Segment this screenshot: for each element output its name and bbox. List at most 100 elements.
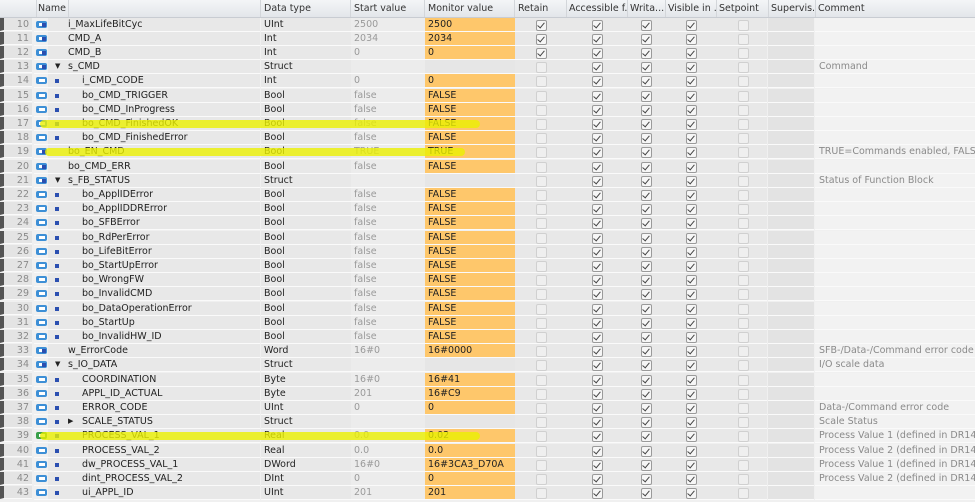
name-cell[interactable]: ▼ s_CMD xyxy=(42,60,260,75)
header-supervision[interactable]: Supervis... xyxy=(768,0,816,17)
table-row[interactable]: 11 CMD_A Int 2034 2034 xyxy=(0,31,975,46)
start-value-cell[interactable]: false xyxy=(351,258,425,274)
supervision-cell[interactable] xyxy=(768,187,814,203)
name-cell[interactable]: bo_CMD_ERR xyxy=(42,159,260,174)
header-setpoint[interactable]: Setpoint xyxy=(716,0,769,17)
monitor-value-cell[interactable]: 2500 xyxy=(425,17,515,32)
vis-checkbox[interactable] xyxy=(686,161,697,173)
wr-checkbox[interactable] xyxy=(641,431,652,443)
wr-checkbox[interactable] xyxy=(641,275,652,287)
start-value-cell[interactable]: false xyxy=(351,287,425,302)
data-type-cell[interactable]: Byte xyxy=(261,386,352,401)
row-drag-handle[interactable] xyxy=(34,415,48,430)
data-type-cell[interactable]: Bool xyxy=(261,301,352,316)
wr-checkbox[interactable] xyxy=(641,104,652,116)
name-cell[interactable]: PROCESS_VAL_1 xyxy=(48,429,260,444)
acc-checkbox[interactable] xyxy=(592,218,603,230)
set-checkbox[interactable] xyxy=(738,118,749,130)
table-row[interactable]: 15 bo_CMD_TRIGGER Bool false FALSE xyxy=(0,88,975,103)
vis-checkbox[interactable] xyxy=(686,445,697,457)
start-value-cell[interactable]: 201 xyxy=(351,386,425,401)
comment-cell[interactable]: Data-/Command error code xyxy=(815,400,975,416)
set-checkbox[interactable] xyxy=(738,175,749,187)
comment-cell[interactable] xyxy=(815,273,975,288)
monitor-value-cell[interactable]: 16#0000 xyxy=(425,344,515,359)
table-row[interactable]: 12 CMD_B Int 0 0 xyxy=(0,45,975,61)
vis-checkbox[interactable] xyxy=(686,232,697,244)
acc-checkbox[interactable] xyxy=(592,360,603,372)
retain-checkbox[interactable] xyxy=(536,133,547,145)
comment-cell[interactable] xyxy=(815,315,975,330)
wr-checkbox[interactable] xyxy=(641,204,652,216)
acc-checkbox[interactable] xyxy=(592,90,603,102)
retain-checkbox[interactable] xyxy=(536,275,547,287)
monitor-value-cell[interactable]: 0 xyxy=(425,74,515,89)
wr-checkbox[interactable] xyxy=(641,459,652,471)
expand-down-icon[interactable]: ▼ xyxy=(55,60,60,73)
monitor-value-cell[interactable]: TRUE xyxy=(425,145,515,160)
name-cell[interactable]: CMD_B xyxy=(42,45,260,61)
vis-checkbox[interactable] xyxy=(686,331,697,343)
table-row[interactable]: 21 ▼ s_FB_STATUS Struct Status of Function B… xyxy=(0,173,975,188)
vis-checkbox[interactable] xyxy=(686,175,697,187)
set-checkbox[interactable] xyxy=(738,133,749,145)
start-value-cell[interactable]: false xyxy=(351,88,425,103)
comment-cell[interactable] xyxy=(815,287,975,302)
data-type-cell[interactable]: DWord xyxy=(261,457,352,472)
vis-checkbox[interactable] xyxy=(686,204,697,216)
monitor-value-cell[interactable]: FALSE xyxy=(425,116,515,132)
table-row[interactable]: 40 PROCESS_VAL_2 Real 0.0 0.0 Process Value 2… xyxy=(0,443,975,458)
acc-checkbox[interactable] xyxy=(592,445,603,457)
supervision-cell[interactable] xyxy=(768,159,814,174)
data-type-cell[interactable]: Bool xyxy=(261,187,352,203)
vis-checkbox[interactable] xyxy=(686,402,697,414)
vis-checkbox[interactable] xyxy=(686,104,697,116)
name-cell[interactable]: bo_InvalidCMD xyxy=(48,287,260,302)
vis-checkbox[interactable] xyxy=(686,488,697,500)
table-row[interactable]: 37 ERROR_CODE UInt 0 0 Data-/Command error co… xyxy=(0,400,975,416)
comment-cell[interactable] xyxy=(815,486,975,501)
set-checkbox[interactable] xyxy=(738,47,749,59)
table-row[interactable]: 22 bo_ApplIDError Bool false FALSE xyxy=(0,187,975,203)
monitor-value-cell[interactable]: 0.02 xyxy=(425,429,515,444)
row-drag-handle[interactable] xyxy=(34,117,48,132)
wr-checkbox[interactable] xyxy=(641,388,652,400)
name-cell[interactable]: bo_WrongFW xyxy=(48,273,260,288)
data-type-cell[interactable]: Int xyxy=(261,45,352,61)
acc-checkbox[interactable] xyxy=(592,374,603,386)
data-type-cell[interactable]: UInt xyxy=(261,486,352,501)
table-row[interactable]: 19 bo_EN_CMD Bool TRUE TRUE TRUE=Commands ena… xyxy=(0,145,975,160)
start-value-cell[interactable]: 0 xyxy=(351,471,425,487)
start-value-cell[interactable]: false xyxy=(351,216,425,231)
name-cell[interactable]: bo_ApplIDError xyxy=(48,187,260,203)
wr-checkbox[interactable] xyxy=(641,19,652,31)
set-checkbox[interactable] xyxy=(738,317,749,329)
monitor-value-cell[interactable] xyxy=(425,415,515,430)
acc-checkbox[interactable] xyxy=(592,147,603,159)
data-type-cell[interactable]: Bool xyxy=(261,202,352,217)
supervision-cell[interactable] xyxy=(768,258,814,274)
row-drag-handle[interactable] xyxy=(34,458,48,472)
data-type-cell[interactable]: DInt xyxy=(261,471,352,487)
row-drag-handle[interactable] xyxy=(34,89,48,103)
start-value-cell[interactable] xyxy=(351,415,425,430)
set-checkbox[interactable] xyxy=(738,360,749,372)
data-type-cell[interactable]: Int xyxy=(261,74,352,89)
monitor-value-cell[interactable]: FALSE xyxy=(425,202,515,217)
retain-checkbox[interactable] xyxy=(536,459,547,471)
start-value-cell[interactable]: false xyxy=(351,273,425,288)
retain-checkbox[interactable] xyxy=(536,289,547,301)
table-row[interactable]: 35 COORDINATION Byte 16#0 16#41 xyxy=(0,372,975,387)
supervision-cell[interactable] xyxy=(768,116,814,132)
comment-cell[interactable] xyxy=(815,216,975,231)
name-cell[interactable]: bo_InvalidHW_ID xyxy=(48,329,260,345)
name-cell[interactable]: ▼ s_FB_STATUS xyxy=(42,173,260,188)
data-type-cell[interactable]: Int xyxy=(261,31,352,46)
row-drag-handle[interactable] xyxy=(34,74,48,89)
acc-checkbox[interactable] xyxy=(592,76,603,88)
wr-checkbox[interactable] xyxy=(641,317,652,329)
retain-checkbox[interactable] xyxy=(536,417,547,429)
supervision-cell[interactable] xyxy=(768,102,814,117)
table-row[interactable]: 14 i_CMD_CODE Int 0 0 xyxy=(0,74,975,89)
comment-cell[interactable]: Process Value 2 (defined in DR14) xyxy=(815,471,975,487)
